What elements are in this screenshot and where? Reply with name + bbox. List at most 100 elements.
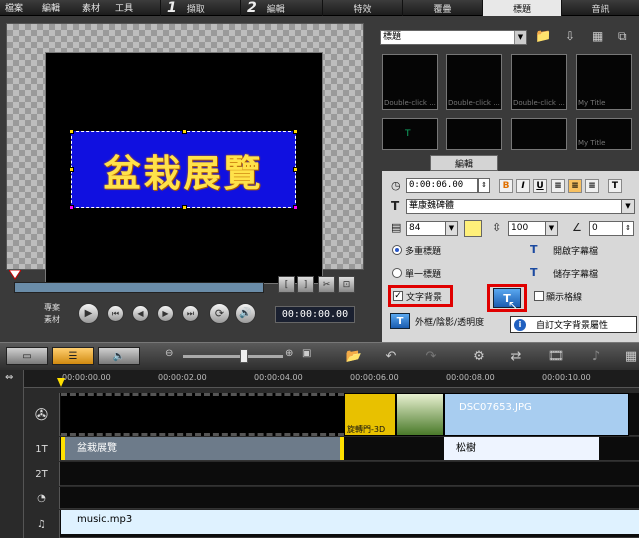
title-clip[interactable]: 松樹: [444, 437, 599, 460]
zoom-out-icon[interactable]: ⊖: [165, 348, 173, 359]
border-shadow-button[interactable]: 外框/陰影/透明度: [415, 315, 484, 328]
tab-audio[interactable]: 音訊: [561, 0, 639, 16]
underline-button[interactable]: U: [533, 179, 547, 193]
resize-handle[interactable]: [293, 129, 298, 134]
chevron-down-icon[interactable]: ▼: [621, 199, 635, 214]
menu-file[interactable]: 檔案: [5, 1, 23, 14]
enlarge-preview-icon[interactable]: ⊡: [338, 276, 355, 293]
smart-proxy-icon[interactable]: ⚙: [468, 346, 490, 366]
title-preset-thumb[interactable]: My Title: [576, 118, 632, 150]
font-size-select[interactable]: 84: [406, 221, 446, 236]
undo-icon[interactable]: ↶: [380, 346, 402, 366]
rotate-handle[interactable]: [293, 205, 298, 210]
align-left-icon[interactable]: ≡: [551, 179, 565, 193]
batch-convert-icon[interactable]: ⇄: [505, 346, 527, 366]
preview-timecode[interactable]: 00:00:00.00: [275, 306, 355, 323]
previous-frame-icon[interactable]: ◀: [132, 305, 149, 322]
chevron-down-icon[interactable]: ▼: [545, 221, 558, 236]
menu-edit[interactable]: 編輯: [42, 1, 60, 14]
tab-title[interactable]: 標題: [482, 0, 561, 16]
zoom-slider-thumb[interactable]: [240, 349, 248, 363]
cut-clip-icon[interactable]: ✂: [318, 276, 335, 293]
tab-overlay[interactable]: 覆疊: [402, 0, 482, 16]
import-icon[interactable]: ⇩: [565, 29, 575, 43]
title-preset-thumb[interactable]: T: [382, 118, 438, 150]
audio-view-icon[interactable]: 🔈: [98, 347, 140, 365]
show-grid-checkbox[interactable]: [534, 291, 544, 301]
title-preset-thumb[interactable]: Double-click ...: [382, 54, 438, 110]
title-preset-thumb[interactable]: My Title: [576, 54, 632, 110]
image-clip[interactable]: DSC07653.JPG: [444, 393, 629, 436]
title-preset-thumb[interactable]: [511, 118, 567, 150]
tab-effects[interactable]: 特效: [322, 0, 402, 16]
fit-project-icon[interactable]: ▣: [302, 348, 311, 359]
preview-scrub-bar[interactable]: [14, 282, 264, 293]
track-manager-icon[interactable]: 🎞: [545, 346, 567, 366]
title-preset-thumb[interactable]: [446, 118, 502, 150]
play-icon[interactable]: ▶: [78, 303, 99, 324]
insert-media-icon[interactable]: 📂: [343, 346, 365, 366]
multi-title-radio[interactable]: [392, 245, 402, 255]
project-mode-label[interactable]: 專案: [44, 302, 60, 313]
resize-handle[interactable]: [182, 205, 187, 210]
align-center-icon[interactable]: ≡: [568, 179, 582, 193]
font-color-swatch[interactable]: [464, 220, 482, 237]
mark-out-button[interactable]: ]: [297, 276, 314, 293]
bold-button[interactable]: B: [499, 179, 513, 193]
chevron-down-icon[interactable]: ▼: [514, 31, 526, 44]
single-title-radio[interactable]: [392, 268, 402, 278]
clip-mode-label[interactable]: 素材: [44, 314, 60, 325]
resize-handle[interactable]: [293, 167, 298, 172]
tab-edit-options[interactable]: 編輯: [430, 155, 498, 171]
rotation-stepper[interactable]: ⇕: [622, 221, 634, 236]
storyboard-view-icon[interactable]: ▭: [6, 347, 48, 365]
title-clip[interactable]: 盆栽展覽: [61, 437, 344, 460]
redo-icon[interactable]: ↷: [420, 346, 442, 366]
timeline-options-icon[interactable]: ⇔: [5, 372, 13, 383]
timeline-view-icon[interactable]: ☰: [52, 347, 94, 365]
resize-handle[interactable]: [182, 129, 187, 134]
text-background-checkbox[interactable]: ✓: [393, 291, 403, 301]
volume-icon[interactable]: 🔊: [235, 303, 256, 324]
playhead-icon[interactable]: [57, 378, 65, 388]
open-subtitle-icon[interactable]: T: [530, 243, 538, 256]
title-text-box[interactable]: 盆栽展覽: [69, 129, 298, 210]
title-preset-thumb[interactable]: Double-click ...: [446, 54, 502, 110]
folder-icon[interactable]: 📁: [535, 29, 551, 44]
more-tools-icon[interactable]: ▦: [620, 346, 639, 366]
zoom-slider[interactable]: [183, 355, 283, 358]
font-name-select[interactable]: 華康魏碑體: [406, 199, 622, 214]
mark-in-button[interactable]: [: [278, 276, 295, 293]
image-clip-thumbnail[interactable]: [396, 393, 444, 436]
resize-handle[interactable]: [69, 129, 74, 134]
title-preset-thumb[interactable]: Double-click ...: [511, 54, 567, 110]
expand-library-icon[interactable]: ⧉: [618, 29, 627, 44]
options-icon[interactable]: ▦: [592, 29, 603, 43]
library-category-select[interactable]: 標題 ▼: [380, 30, 527, 45]
zoom-in-icon[interactable]: ⊕: [285, 348, 293, 359]
menu-tools[interactable]: 工具: [115, 1, 133, 14]
italic-button[interactable]: I: [516, 179, 530, 193]
chevron-down-icon[interactable]: ▼: [445, 221, 458, 236]
audio-mixer-icon[interactable]: ♪: [585, 346, 607, 366]
border-shadow-icon[interactable]: T: [390, 313, 410, 329]
step-edit[interactable]: 2 編輯: [240, 0, 320, 16]
menu-clip[interactable]: 素材: [82, 1, 100, 14]
save-subtitle-icon[interactable]: T: [530, 266, 538, 279]
vertical-text-icon[interactable]: T: [608, 179, 622, 193]
save-subtitle-button[interactable]: 儲存字幕檔: [553, 267, 598, 280]
title-text[interactable]: 盆栽展覽: [104, 143, 264, 197]
line-spacing-select[interactable]: 100: [508, 221, 546, 236]
align-right-icon[interactable]: ≡: [585, 179, 599, 193]
open-subtitle-button[interactable]: 開啟字幕檔: [553, 244, 598, 257]
repeat-icon[interactable]: ⟳: [209, 303, 230, 324]
rotation-field[interactable]: 0: [589, 221, 623, 236]
step-capture[interactable]: 1 擷取: [160, 0, 240, 16]
duration-field[interactable]: 0:00:06.00: [406, 178, 478, 193]
scrubber-marker-icon[interactable]: [8, 269, 22, 280]
end-icon[interactable]: ⏭: [182, 305, 199, 322]
home-icon[interactable]: ⏮: [107, 305, 124, 322]
music-clip[interactable]: music.mp3: [61, 510, 639, 534]
next-frame-icon[interactable]: ▶: [157, 305, 174, 322]
resize-handle[interactable]: [69, 167, 74, 172]
